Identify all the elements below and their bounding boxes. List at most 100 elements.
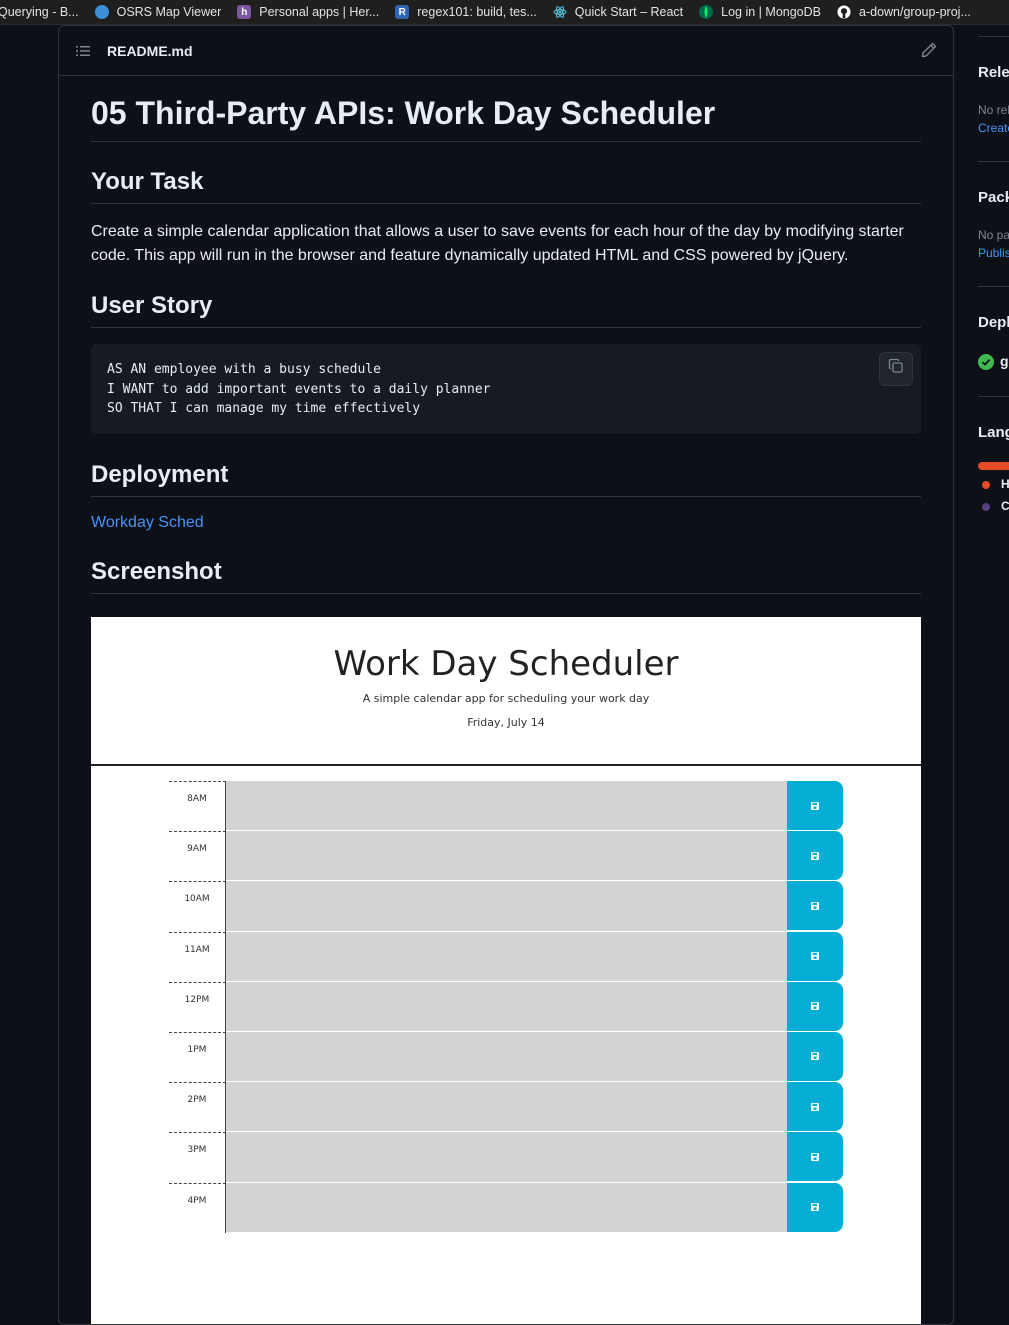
repo-sidebar: Rele No rel Create Pack No pa Publis Dep… xyxy=(954,25,1009,1310)
floppy-disk-icon xyxy=(811,847,819,865)
heading-screenshot: Screenshot xyxy=(91,557,921,594)
bookmark-mongodb[interactable]: Log in | MongoDB xyxy=(699,0,821,24)
floppy-disk-icon xyxy=(811,1047,819,1065)
hour-label: 10AM xyxy=(169,881,226,932)
bookmark-label: OSRS Map Viewer xyxy=(116,5,222,19)
mongodb-icon xyxy=(699,5,714,19)
github-icon xyxy=(837,5,851,19)
scheduler-date: Friday, July 14 xyxy=(467,716,545,729)
time-block-row: 2PM xyxy=(169,1082,843,1133)
releases-text: No rel xyxy=(978,103,1009,117)
bookmark-regex101[interactable]: R regex101: build, tes... xyxy=(395,0,537,24)
hour-label: 4PM xyxy=(169,1182,226,1233)
bookmark-querying[interactable]: Querying - B... xyxy=(0,0,79,24)
hour-label: 11AM xyxy=(169,931,226,982)
create-release-link[interactable]: Create xyxy=(978,121,1009,135)
time-block-row: 8AM xyxy=(169,781,843,832)
time-block-row: 4PM xyxy=(169,1182,843,1233)
readme-h1: 05 Third-Party APIs: Work Day Scheduler xyxy=(91,76,921,142)
floppy-disk-icon xyxy=(811,797,819,815)
divider xyxy=(978,36,1009,37)
floppy-disk-icon xyxy=(811,947,819,965)
floppy-disk-icon xyxy=(811,1098,819,1116)
divider xyxy=(978,396,1009,397)
event-textarea xyxy=(226,881,787,932)
floppy-disk-icon xyxy=(811,1198,819,1216)
floppy-disk-icon xyxy=(811,1148,819,1166)
bookmarks-bar: Querying - B... OSRS Map Viewer h Person… xyxy=(0,0,1009,25)
screenshot-image: Work Day Scheduler A simple calendar app… xyxy=(91,617,921,1324)
react-icon xyxy=(553,5,567,19)
bookmark-osrs-map[interactable]: OSRS Map Viewer xyxy=(94,0,222,24)
event-textarea xyxy=(226,1031,787,1083)
heroku-icon: h xyxy=(237,5,252,19)
bookmark-label: Log in | MongoDB xyxy=(721,5,821,19)
readme-panel: README.md 05 Third-Party APIs: Work Day … xyxy=(58,25,954,1325)
save-button xyxy=(787,981,843,1031)
time-block-row: 12PM xyxy=(169,981,843,1032)
readme-filename[interactable]: README.md xyxy=(107,43,193,59)
save-button xyxy=(787,881,843,931)
bookmark-label: Querying - B... xyxy=(0,5,79,19)
time-block-row: 10AM xyxy=(169,881,843,932)
time-block-row: 1PM xyxy=(169,1031,843,1083)
scheduler-title: Work Day Scheduler xyxy=(333,644,679,684)
language-label[interactable]: H xyxy=(1001,477,1009,491)
save-button xyxy=(787,1132,843,1182)
save-button xyxy=(787,1082,843,1132)
list-unordered-icon[interactable] xyxy=(75,43,91,59)
deployment-link[interactable]: Workday Sched xyxy=(91,514,204,531)
bookmark-label: a-down/group-proj... xyxy=(859,5,971,19)
floppy-disk-icon xyxy=(811,997,819,1015)
markdown-body: 05 Third-Party APIs: Work Day Scheduler … xyxy=(91,76,921,594)
pencil-icon[interactable] xyxy=(921,42,937,58)
hour-label: 1PM xyxy=(169,1031,226,1083)
event-textarea xyxy=(226,981,787,1032)
deployment-item[interactable]: g xyxy=(1000,353,1009,369)
event-textarea xyxy=(226,831,787,882)
event-textarea xyxy=(226,1132,787,1183)
heading-deployment: Deployment xyxy=(91,460,921,497)
code-line: I WANT to add important events to a dail… xyxy=(107,381,491,397)
readme-header: README.md xyxy=(59,26,953,76)
language-bar xyxy=(978,462,1009,470)
releases-heading[interactable]: Rele xyxy=(978,64,1009,81)
copy-icon xyxy=(888,358,904,381)
bookmark-label: Personal apps | Her... xyxy=(259,5,380,19)
packages-heading[interactable]: Pack xyxy=(978,189,1009,206)
hour-label: 12PM xyxy=(169,981,226,1032)
bookmark-react[interactable]: Quick Start – React xyxy=(553,0,684,24)
regex-icon: R xyxy=(395,5,410,19)
bookmark-label: Quick Start – React xyxy=(574,5,684,19)
publish-package-link[interactable]: Publis xyxy=(978,246,1009,260)
scheduler-header: Work Day Scheduler A simple calendar app… xyxy=(91,617,921,766)
heading-user-story: User Story xyxy=(91,291,921,328)
code-line: SO THAT I can manage my time effectively xyxy=(107,401,421,416)
check-circle-icon xyxy=(978,354,994,370)
divider xyxy=(978,161,1009,162)
save-button xyxy=(787,781,843,830)
save-button xyxy=(787,1182,843,1232)
time-block-row: 3PM xyxy=(169,1132,843,1183)
code-line: AS AN employee with a busy schedule xyxy=(107,362,381,377)
task-paragraph: Create a simple calendar application tha… xyxy=(91,223,904,264)
floppy-disk-icon xyxy=(811,897,819,915)
bookmark-label: regex101: build, tes... xyxy=(417,5,537,19)
event-textarea xyxy=(226,1082,787,1133)
globe-icon xyxy=(94,5,109,19)
user-story-code-block: AS AN employee with a busy schedule I WA… xyxy=(91,344,921,434)
event-textarea xyxy=(226,1182,787,1233)
deployments-heading[interactable]: Depl xyxy=(978,314,1009,331)
divider xyxy=(978,286,1009,287)
copy-button[interactable] xyxy=(879,352,913,386)
hour-label: 8AM xyxy=(169,781,226,832)
bookmark-heroku[interactable]: h Personal apps | Her... xyxy=(237,0,380,24)
time-block-list: 8AM 9AM 10AM 11AM 12PM 1PM 2PM 3PM 4PM xyxy=(169,781,843,1233)
bookmark-github[interactable]: a-down/group-proj... xyxy=(837,0,971,24)
event-textarea xyxy=(226,931,787,982)
language-label[interactable]: C xyxy=(1001,499,1009,513)
save-button xyxy=(787,831,843,881)
hour-label: 3PM xyxy=(169,1132,226,1183)
save-button xyxy=(787,931,843,981)
language-dot xyxy=(982,481,990,489)
